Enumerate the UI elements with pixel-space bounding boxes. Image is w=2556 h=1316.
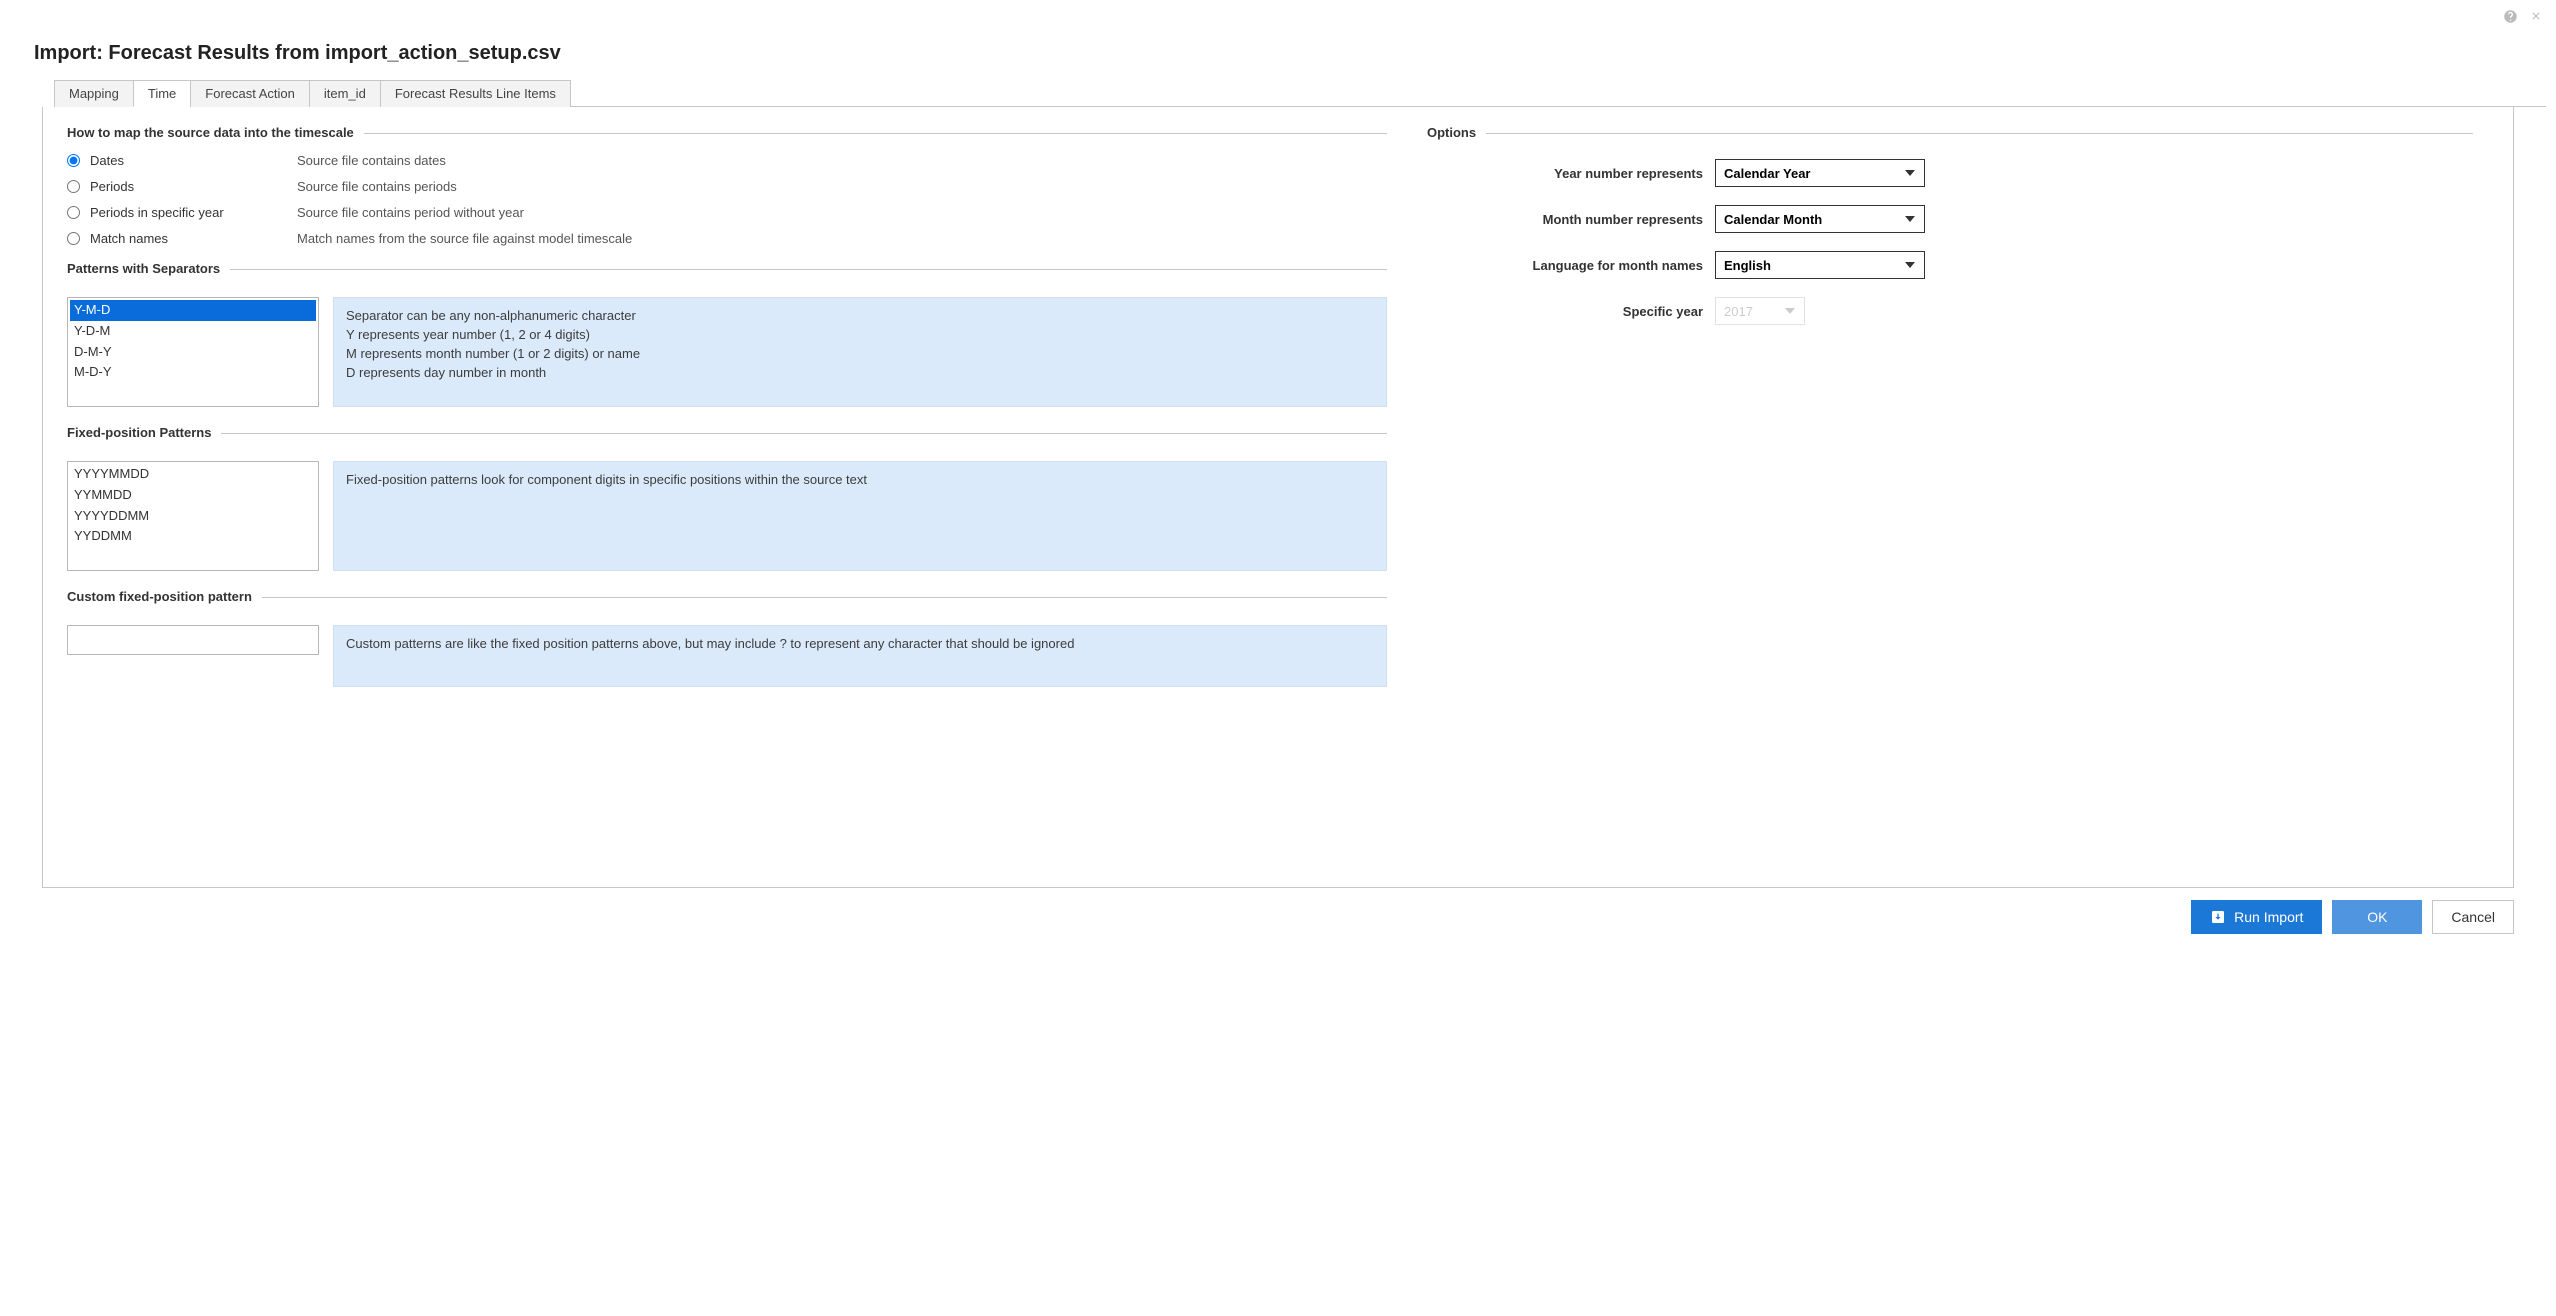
run-import-button[interactable]: Run Import	[2191, 900, 2322, 934]
close-icon[interactable]	[2528, 8, 2544, 24]
custom-help: Custom patterns are like the fixed posit…	[333, 625, 1387, 687]
fixed-option-yyyymmdd[interactable]: YYYYMMDD	[70, 464, 316, 485]
lang-label: Language for month names	[1427, 258, 1715, 273]
radio-dates[interactable]	[67, 154, 80, 167]
cancel-button[interactable]: Cancel	[2432, 900, 2514, 934]
pattern-option-ydm[interactable]: Y-D-M	[70, 321, 316, 342]
fixed-pos-title: Fixed-position Patterns	[67, 425, 221, 440]
pattern-option-mdy[interactable]: M-D-Y	[70, 362, 316, 383]
custom-title: Custom fixed-position pattern	[67, 589, 262, 604]
radio-periods-desc: Source file contains periods	[297, 179, 457, 194]
radio-periods-year[interactable]	[67, 206, 80, 219]
patterns-sep-section: Patterns with Separators	[67, 269, 1387, 285]
map-section-legend: How to map the source data into the time…	[67, 125, 364, 140]
custom-section: Custom fixed-position pattern	[67, 597, 1387, 613]
fixed-option-yymmdd[interactable]: YYMMDD	[70, 485, 316, 506]
pattern-option-ymd[interactable]: Y-M-D	[70, 300, 316, 321]
fixed-pos-listbox[interactable]: YYYYMMDD YYMMDD YYYYDDMM YYDDMM	[67, 461, 319, 571]
year-label: Year number represents	[1427, 166, 1715, 181]
radio-periods-year-desc: Source file contains period without year	[297, 205, 524, 220]
lang-select[interactable]: English	[1715, 251, 1925, 279]
radio-match-names-label: Match names	[90, 231, 168, 246]
month-select[interactable]: Calendar Month	[1715, 205, 1925, 233]
option-row-specific-year: Specific year 2017	[1427, 297, 2473, 325]
tab-mapping[interactable]: Mapping	[54, 80, 134, 107]
tab-forecast-action[interactable]: Forecast Action	[190, 80, 310, 107]
footer-buttons: Run Import OK Cancel	[10, 900, 2514, 934]
option-row-lang: Language for month names English	[1427, 251, 2473, 279]
specific-year-label: Specific year	[1427, 304, 1715, 319]
map-row-dates: Dates Source file contains dates	[67, 147, 1387, 173]
patterns-sep-title: Patterns with Separators	[67, 261, 230, 276]
patterns-sep-listbox[interactable]: Y-M-D Y-D-M D-M-Y M-D-Y	[67, 297, 319, 407]
options-legend: Options	[1427, 125, 1486, 140]
tab-bar: Mapping Time Forecast Action item_id For…	[54, 79, 2546, 107]
radio-dates-label: Dates	[90, 153, 124, 168]
radio-periods[interactable]	[67, 180, 80, 193]
radio-dates-desc: Source file contains dates	[297, 153, 446, 168]
radio-match-names[interactable]	[67, 232, 80, 245]
patterns-sep-help: Separator can be any non-alphanumeric ch…	[333, 297, 1387, 407]
specific-year-select: 2017	[1715, 297, 1805, 325]
settings-panel: How to map the source data into the time…	[42, 107, 2514, 888]
option-row-year: Year number represents Calendar Year	[1427, 159, 2473, 187]
pattern-option-dmy[interactable]: D-M-Y	[70, 342, 316, 363]
year-select[interactable]: Calendar Year	[1715, 159, 1925, 187]
fixed-option-yyyyddmm[interactable]: YYYYDDMM	[70, 506, 316, 527]
option-row-month: Month number represents Calendar Month	[1427, 205, 2473, 233]
month-label: Month number represents	[1427, 212, 1715, 227]
map-row-periods: Periods Source file contains periods	[67, 173, 1387, 199]
radio-periods-label: Periods	[90, 179, 134, 194]
page-title: Import: Forecast Results from import_act…	[34, 42, 2546, 65]
fixed-pos-section: Fixed-position Patterns	[67, 433, 1387, 449]
radio-periods-year-label: Periods in specific year	[90, 205, 224, 220]
map-row-periods-year: Periods in specific year Source file con…	[67, 199, 1387, 225]
import-icon	[2210, 909, 2226, 925]
map-section: How to map the source data into the time…	[67, 133, 1387, 251]
custom-pattern-input[interactable]	[67, 625, 319, 655]
tab-item-id[interactable]: item_id	[309, 80, 381, 107]
fixed-option-yyddmm[interactable]: YYDDMM	[70, 526, 316, 547]
map-row-match-names: Match names Match names from the source …	[67, 225, 1387, 251]
radio-match-names-desc: Match names from the source file against…	[297, 231, 632, 246]
options-section: Options Year number represents Calendar …	[1427, 133, 2473, 325]
tab-time[interactable]: Time	[133, 80, 191, 107]
fixed-pos-help: Fixed-position patterns look for compone…	[333, 461, 1387, 571]
tab-forecast-results-line-items[interactable]: Forecast Results Line Items	[380, 80, 571, 107]
help-icon[interactable]	[2502, 8, 2518, 24]
ok-button[interactable]: OK	[2332, 900, 2422, 934]
